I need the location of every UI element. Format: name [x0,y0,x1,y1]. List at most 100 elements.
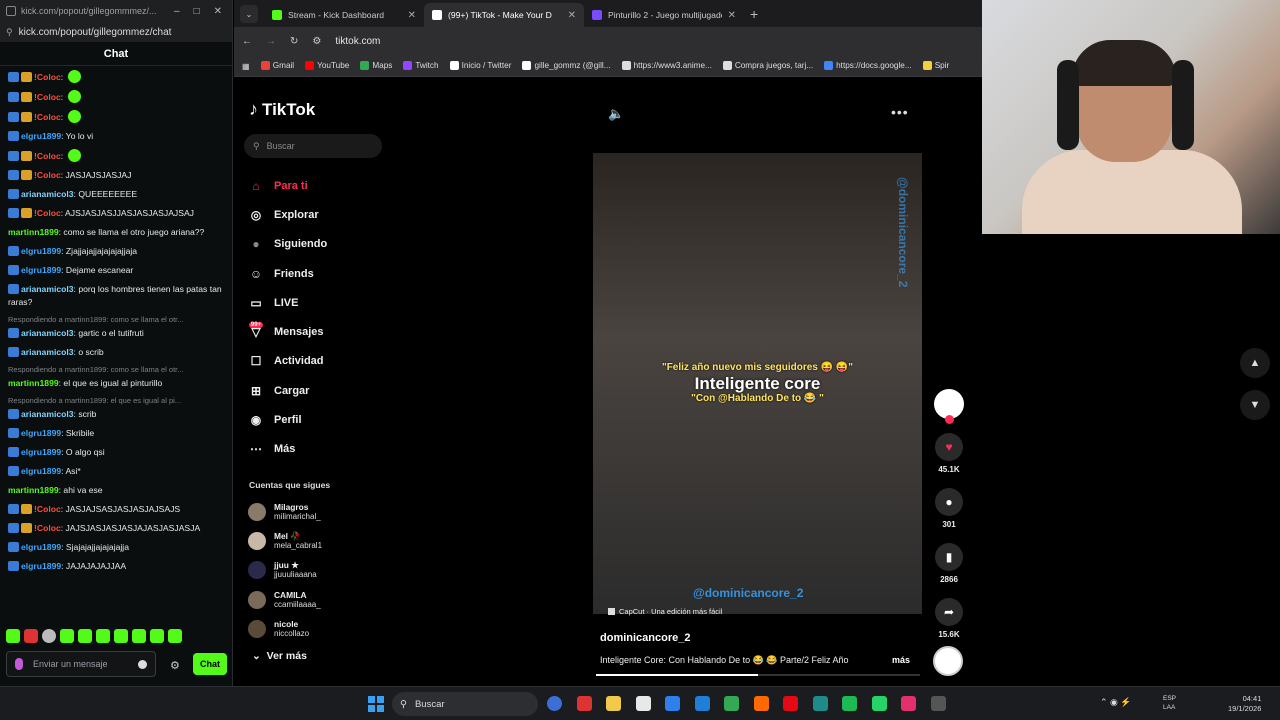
emote-icon[interactable] [6,629,20,643]
share-button[interactable]: ➦ 15.6K [933,598,965,639]
bookmark-item[interactable]: Maps [360,61,392,70]
sidebar-item-explorar[interactable]: ◎ Explorar [248,200,327,229]
taskbar-app-icon[interactable] [547,696,562,711]
chat-username[interactable]: martinn1899 [8,378,59,388]
site-settings-icon[interactable]: ⚙ [312,36,321,47]
site-info-icon[interactable]: ⚲ [6,27,13,38]
emote-icon[interactable] [132,629,146,643]
emote-icon[interactable] [114,629,128,643]
chat-username[interactable]: elgru1899 [21,131,61,141]
taskbar-app-icon[interactable] [665,696,680,711]
chat-username[interactable]: !Coloc [34,208,61,218]
chat-username[interactable]: arianamicol3 [21,284,74,294]
bookmark-item[interactable]: Gmail [260,61,294,70]
sidebar-item-perfil[interactable]: ◉ Perfil [248,405,327,434]
taskbar-app-icon[interactable] [783,696,798,711]
chat-username[interactable]: !Coloc [34,504,61,514]
volume-icon[interactable]: 🔈 [608,106,624,122]
send-chat-button[interactable]: Chat [193,653,227,675]
chat-username[interactable]: !Coloc [34,170,61,180]
chat-username[interactable]: elgru1899 [21,466,61,476]
chat-username[interactable]: !Coloc [34,112,61,122]
next-video-button[interactable]: ▼ [1240,390,1270,420]
sound-avatar[interactable] [933,646,963,676]
chat-username[interactable]: arianamicol3 [21,409,74,419]
close-tab-icon[interactable]: ✕ [728,10,736,21]
video-progress-bar[interactable] [596,674,920,676]
save-button[interactable]: ▮ 2866 [933,543,965,584]
chat-username[interactable]: elgru1899 [21,561,61,571]
followed-account[interactable]: CAMILA ccamiilaaaa_ [248,585,322,614]
minimize-icon[interactable]: – [174,6,180,17]
taskbar-app-icon[interactable] [901,696,916,711]
chat-input[interactable]: Enviar un mensaje [6,651,156,677]
followed-account[interactable]: nicole niccollazo [248,614,322,643]
bookmark-item[interactable]: gille_gommz (@gill... [522,61,611,70]
emoji-icon[interactable] [138,659,147,669]
taskbar-app-icon[interactable] [606,696,621,711]
like-button[interactable]: ♥ 45.1K [933,433,965,474]
chat-username[interactable]: !Coloc [34,523,61,533]
chat-username[interactable]: martinn1899 [8,227,59,237]
close-tab-icon[interactable]: ✕ [568,10,576,21]
emote-icon[interactable] [168,629,182,643]
more-options-icon[interactable]: ••• [891,104,909,120]
emote-icon[interactable] [60,629,74,643]
clock[interactable]: 04:41 19/1/2026 [1228,694,1261,714]
creator-avatar[interactable] [934,389,964,424]
followed-account[interactable]: jjuu ★ jjuuuliaaana [248,556,322,585]
search-input[interactable]: ⚲ Buscar [244,134,382,158]
gear-icon[interactable]: ⚙ [170,659,180,672]
followed-account[interactable]: Mel 🥀 mela_cabral1 [248,526,322,555]
capcut-label[interactable]: CapCut · Una edición más fácil [608,607,722,616]
chat-username[interactable]: arianamicol3 [21,189,74,199]
windows-start-icon[interactable] [368,696,384,712]
previous-video-button[interactable]: ▲ [1240,348,1270,378]
emote-icon[interactable] [42,629,56,643]
taskbar-app-icon[interactable] [871,696,887,711]
tab-tiktok[interactable]: (99+) TikTok - Make Your D ✕ [424,3,584,27]
close-tab-icon[interactable]: ✕ [408,10,416,21]
chat-message-list[interactable]: !Coloc: !Coloc: !Coloc: elgru1899: Yo lo vi… [0,67,232,622]
sidebar-item-cargar[interactable]: ⊞ Cargar [248,376,327,405]
address-bar[interactable]: tiktok.com [335,36,380,47]
taskbar-app-icon[interactable] [694,696,710,711]
chat-username[interactable]: !Coloc [34,72,61,82]
reload-icon[interactable]: ↻ [290,36,298,47]
comment-button[interactable]: ● 301 [933,488,965,529]
emote-icon[interactable] [78,629,92,643]
bookmark-item[interactable]: Inicio / Twitter [449,61,511,70]
chat-username[interactable]: arianamicol3 [21,328,74,338]
bookmark-item[interactable]: YouTube [305,61,349,70]
sidebar-item-más[interactable]: ⋯ Más [248,435,327,464]
tab-search-icon[interactable]: ⌄ [240,5,258,23]
new-tab-icon[interactable]: + [744,6,766,27]
language-indicator[interactable]: ESP LAA [1163,694,1176,712]
followed-account[interactable]: Milagros milimarichal_ [248,497,322,526]
taskbar-app-icon[interactable] [930,696,946,711]
taskbar-search[interactable]: ⚲ Buscar [392,692,538,716]
taskbar-app-icon[interactable] [842,696,857,711]
chat-username[interactable]: !Coloc [34,92,61,102]
sidebar-item-mensajes[interactable]: ▽ 99+ Mensajes [248,317,327,346]
emote-icon[interactable] [24,629,38,643]
sidebar-item-para-ti[interactable]: ⌂ Para ti [248,171,327,200]
chat-username[interactable]: elgru1899 [21,447,61,457]
chat-username[interactable]: elgru1899 [21,428,61,438]
video-player[interactable]: "Feliz año nuevo mis seguidores 😝 😝" Int… [593,153,922,614]
chat-username[interactable]: martinn1899 [8,485,59,495]
chat-username[interactable]: !Coloc [34,151,61,161]
sidebar-item-siguiendo[interactable]: ● Siguiendo [248,230,327,259]
tiktok-logo[interactable]: ♪ TikTok [249,99,315,120]
bookmark-item[interactable]: Compra juegos, tarj... [722,61,813,70]
maximize-icon[interactable]: □ [194,6,200,17]
apps-grid-icon[interactable]: ▦ [242,61,250,71]
microphone-icon[interactable] [15,658,23,670]
sidebar-item-friends[interactable]: ☺ Friends [248,259,327,288]
see-more-button[interactable]: ⌄ Ver más [252,650,307,662]
tray-icons[interactable]: ⌃ ◉ ⚡ [1100,697,1132,708]
tab-pinturillo[interactable]: Pinturillo 2 - Juego multijugado ✕ [584,3,744,27]
emote-icon[interactable] [150,629,164,643]
chat-username[interactable]: elgru1899 [21,542,61,552]
taskbar-app-icon[interactable] [635,696,651,711]
